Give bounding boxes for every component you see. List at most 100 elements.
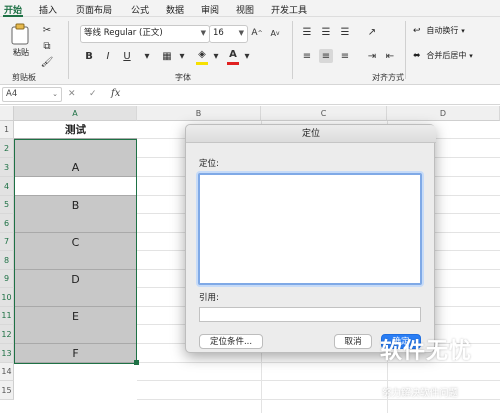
- chevron-down-icon: ▼: [200, 29, 206, 37]
- formula-input[interactable]: [127, 87, 497, 102]
- cancel-button[interactable]: 取消: [334, 334, 372, 349]
- tab-data[interactable]: 数据: [166, 3, 184, 16]
- row-header[interactable]: 9: [0, 270, 14, 288]
- cancel-icon[interactable]: ✕: [68, 89, 76, 99]
- goto-label: 定位:: [199, 159, 219, 169]
- row-header[interactable]: 10: [0, 288, 14, 307]
- cell-a2-a3[interactable]: A: [14, 139, 137, 177]
- clipboard-group-label: 剪贴板: [12, 73, 36, 82]
- cell-a13[interactable]: F: [14, 344, 137, 363]
- borders-icon[interactable]: ▦: [160, 49, 174, 63]
- font-color-swatch: [227, 62, 239, 65]
- chevron-down-icon[interactable]: ▾: [240, 49, 254, 63]
- column-header-a[interactable]: A: [14, 106, 137, 121]
- cell-a4[interactable]: [14, 177, 137, 196]
- indent-icon[interactable]: ⇥: [365, 49, 379, 63]
- chevron-down-icon: ▼: [238, 29, 244, 37]
- cell-a11-a12[interactable]: E: [14, 307, 137, 344]
- tab-formulas[interactable]: 公式: [131, 3, 149, 16]
- cell-a1[interactable]: 测试: [14, 121, 137, 139]
- chevron-down-icon: ▾: [461, 27, 465, 35]
- tab-developer[interactable]: 开发工具: [271, 3, 307, 16]
- dialog-title: 定位: [186, 125, 436, 143]
- row-header[interactable]: 5: [0, 196, 14, 214]
- divider: [405, 21, 406, 79]
- row-header[interactable]: 15: [0, 381, 14, 400]
- tab-review[interactable]: 审阅: [201, 3, 219, 16]
- align-right-icon[interactable]: ≡: [338, 49, 352, 63]
- align-top-icon[interactable]: ☰: [300, 25, 314, 39]
- font-size-value: 16: [213, 28, 224, 38]
- cell-a7-a8[interactable]: C: [14, 233, 137, 270]
- font-size-select[interactable]: 16 ▼: [209, 25, 248, 43]
- font-name-value: 等线 Regular (正文): [84, 28, 163, 38]
- row-header[interactable]: 12: [0, 325, 14, 344]
- reference-input[interactable]: [199, 307, 421, 322]
- orientation-icon[interactable]: ↗: [365, 25, 379, 39]
- paste-button[interactable]: 粘贴: [6, 21, 34, 61]
- row-header[interactable]: 2: [0, 139, 14, 158]
- wrap-text-button[interactable]: ↩ 自动换行 ▾: [413, 25, 493, 39]
- align-bottom-icon[interactable]: ☰: [338, 25, 352, 39]
- row-header[interactable]: 14: [0, 363, 14, 381]
- italic-button[interactable]: I: [101, 49, 115, 63]
- align-left-icon[interactable]: ≡: [300, 49, 314, 63]
- font-group-label: 字体: [175, 73, 191, 82]
- outdent-icon[interactable]: ⇤: [383, 49, 397, 63]
- row-header[interactable]: 3: [0, 158, 14, 177]
- font-name-select[interactable]: 等线 Regular (正文) ▼: [80, 25, 210, 43]
- row-header[interactable]: 1: [0, 121, 14, 139]
- chevron-down-icon[interactable]: ▾: [209, 49, 223, 63]
- row-header[interactable]: 13: [0, 344, 14, 363]
- alignment-group-label: 对齐方式: [372, 73, 404, 82]
- divider: [68, 21, 69, 79]
- column-header-c[interactable]: C: [261, 106, 387, 121]
- cell-a5-a6[interactable]: B: [14, 196, 137, 233]
- tab-view[interactable]: 视图: [236, 3, 254, 16]
- divider: [292, 21, 293, 79]
- enter-icon[interactable]: ✓: [89, 89, 97, 99]
- row-header[interactable]: 8: [0, 251, 14, 270]
- chevron-down-icon[interactable]: ▾: [140, 49, 154, 63]
- merge-center-button[interactable]: ⬌ 合并后居中 ▾: [413, 50, 498, 64]
- reference-label: 引用:: [199, 293, 219, 303]
- row-header[interactable]: 11: [0, 307, 14, 325]
- underline-button[interactable]: U: [120, 49, 134, 63]
- format-painter-icon[interactable]: 🖌: [40, 55, 54, 69]
- watermark-title: 软件无忧: [380, 339, 473, 364]
- fill-handle[interactable]: [134, 360, 139, 365]
- row-header[interactable]: 6: [0, 214, 14, 233]
- name-box-value: A4: [6, 89, 18, 99]
- fill-color-icon[interactable]: ◈: [195, 47, 209, 61]
- row-header[interactable]: 7: [0, 233, 14, 251]
- font-color-icon[interactable]: A: [226, 47, 240, 61]
- align-center-icon[interactable]: ≡: [319, 49, 333, 63]
- grow-font-button[interactable]: A ^: [250, 26, 264, 40]
- special-button[interactable]: 定位条件...: [199, 334, 263, 349]
- tab-page-layout[interactable]: 页面布局: [76, 3, 112, 16]
- chevron-down-icon: ▾: [469, 52, 473, 60]
- chevron-down-icon[interactable]: ▾: [175, 49, 189, 63]
- goto-list[interactable]: [198, 173, 422, 285]
- ribbon: 粘贴 ✂ ⧉ 🖌 剪贴板 等线 Regular (正文) ▼ 16 ▼ A ^ A…: [0, 17, 500, 85]
- column-header-b[interactable]: B: [137, 106, 261, 121]
- watermark: 软件无忧 努力解决软件问题: [378, 333, 498, 405]
- tab-insert[interactable]: 插入: [39, 3, 57, 16]
- ribbon-tab-bar: 开始 插入 页面布局 公式 数据 审阅 视图 开发工具: [0, 0, 500, 17]
- name-box[interactable]: A4 ⌄: [2, 87, 62, 102]
- watermark-subtitle: 努力解决软件问题: [382, 388, 459, 399]
- select-all-corner[interactable]: [0, 106, 14, 121]
- align-middle-icon[interactable]: ☰: [319, 25, 333, 39]
- chevron-down-icon: ⌄: [52, 90, 58, 98]
- shrink-font-button[interactable]: Av: [268, 26, 282, 40]
- column-header-d[interactable]: D: [387, 106, 500, 121]
- cut-icon[interactable]: ✂: [40, 23, 54, 37]
- bold-button[interactable]: B: [82, 49, 96, 63]
- fill-color-swatch: [196, 62, 208, 65]
- insert-function-icon[interactable]: fx: [111, 88, 120, 99]
- wrap-text-label: 自动换行: [426, 26, 459, 35]
- cell-a9-a10[interactable]: D: [14, 270, 137, 307]
- row-header[interactable]: 4: [0, 177, 14, 196]
- copy-icon[interactable]: ⧉: [40, 39, 54, 53]
- merge-center-label: 合并后居中: [426, 51, 467, 60]
